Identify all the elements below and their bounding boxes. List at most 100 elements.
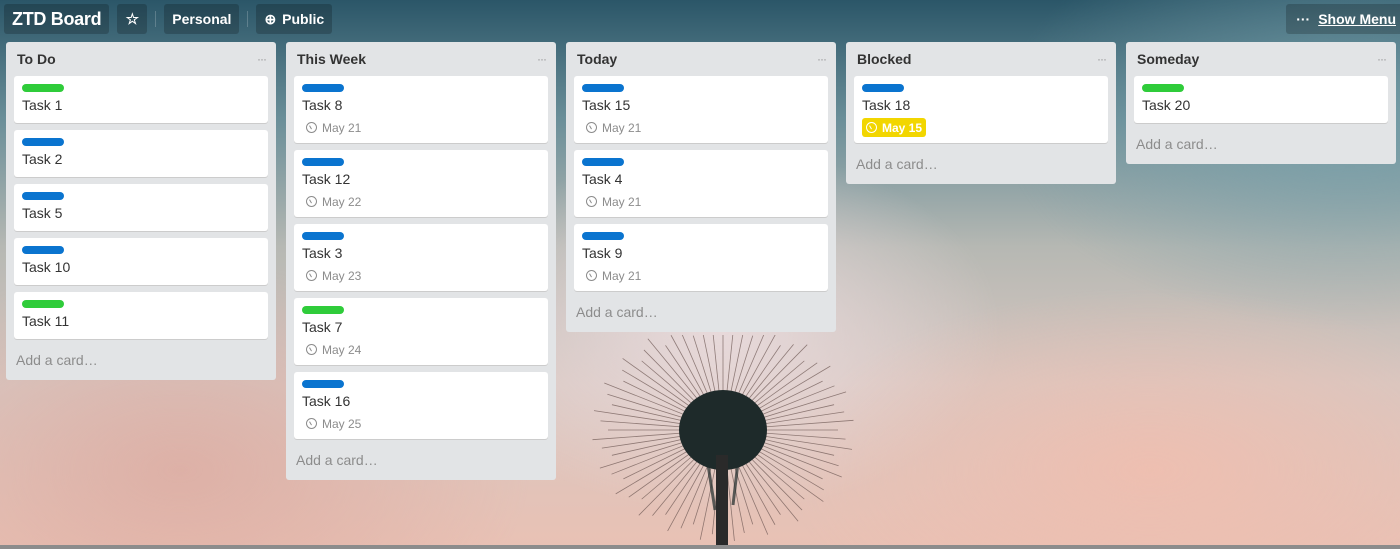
card-title: Task 8 [302, 97, 343, 113]
label-blue[interactable] [22, 246, 64, 254]
due-date-badge[interactable]: May 23 [302, 266, 365, 285]
card[interactable]: Task 9 May 21 [574, 224, 828, 291]
card-badges: May 21 [582, 118, 820, 137]
clock-icon [306, 344, 317, 355]
card-badges: May 25 [302, 414, 540, 433]
card-title: Task 4 [582, 171, 623, 187]
list-blocked: Blocked ··· Task 18 May 15 Add a card… [846, 42, 1116, 184]
label-blue[interactable] [22, 192, 64, 200]
board-lists: To Do ··· Task 1 Task 2 Task 5 Task 10 T… [6, 42, 1396, 480]
board-title[interactable]: ZTD Board [4, 4, 110, 34]
clock-icon [866, 122, 877, 133]
card[interactable]: Task 18 May 15 [854, 76, 1108, 143]
card-list: Task 20 [1134, 76, 1388, 123]
card[interactable]: Task 11 [14, 292, 268, 339]
card[interactable]: Task 7 May 24 [294, 298, 548, 365]
label-green[interactable] [22, 300, 64, 308]
clock-icon [306, 122, 317, 133]
ellipsis-icon: ··· [1296, 11, 1311, 27]
ellipsis-icon: ··· [1097, 52, 1107, 66]
label-blue[interactable] [302, 232, 344, 240]
add-card-button[interactable]: Add a card… [294, 446, 548, 474]
list-someday: Someday ··· Task 20 Add a card… [1126, 42, 1396, 164]
due-date-badge[interactable]: May 21 [582, 192, 645, 211]
card-title: Task 7 [302, 319, 343, 335]
list-header: Blocked ··· [854, 42, 1108, 76]
list-title[interactable]: To Do [17, 51, 56, 67]
list-menu-button[interactable]: ··· [817, 52, 827, 66]
clock-icon [306, 196, 317, 207]
due-date-badge[interactable]: May 21 [582, 266, 645, 285]
add-card-button[interactable]: Add a card… [574, 298, 828, 326]
due-date: May 25 [322, 416, 362, 431]
card-list: Task 8 May 21 Task 12 May 22 Task 3 May … [294, 76, 548, 439]
label-green[interactable] [22, 84, 64, 92]
card-title: Task 18 [862, 97, 911, 113]
due-date-badge[interactable]: May 15 [862, 118, 927, 137]
label-blue[interactable] [582, 158, 624, 166]
label-blue[interactable] [302, 84, 344, 92]
card[interactable]: Task 15 May 21 [574, 76, 828, 143]
label-blue[interactable] [582, 84, 624, 92]
list-title[interactable]: This Week [297, 51, 366, 67]
clock-icon [306, 418, 317, 429]
card[interactable]: Task 1 [14, 76, 268, 123]
card[interactable]: Task 10 [14, 238, 268, 285]
list-menu-button[interactable]: ··· [537, 52, 547, 66]
due-date-badge[interactable]: May 21 [302, 118, 365, 137]
card[interactable]: Task 4 May 21 [574, 150, 828, 217]
bottom-strip [0, 545, 1400, 549]
card[interactable]: Task 8 May 21 [294, 76, 548, 143]
clock-icon [586, 122, 597, 133]
card-title: Task 3 [302, 245, 343, 261]
card-badges: May 21 [582, 266, 820, 285]
card-title: Task 9 [582, 245, 623, 261]
team-button[interactable]: Personal [164, 4, 240, 34]
card[interactable]: Task 12 May 22 [294, 150, 548, 217]
label-blue[interactable] [302, 158, 344, 166]
list-header: Someday ··· [1134, 42, 1388, 76]
add-card-button[interactable]: Add a card… [14, 346, 268, 374]
list-menu-button[interactable]: ··· [257, 52, 267, 66]
due-date-badge[interactable]: May 24 [302, 340, 365, 359]
due-date-badge[interactable]: May 25 [302, 414, 365, 433]
clock-icon [586, 196, 597, 207]
list-menu-button[interactable]: ··· [1097, 52, 1107, 66]
label-green[interactable] [1142, 84, 1184, 92]
ellipsis-icon: ··· [257, 52, 267, 66]
show-menu-button[interactable]: ··· Show Menu [1286, 4, 1400, 34]
due-date-badge[interactable]: May 22 [302, 192, 365, 211]
label-green[interactable] [302, 306, 344, 314]
card[interactable]: Task 20 [1134, 76, 1388, 123]
star-button[interactable]: ☆ [117, 4, 148, 34]
header-divider [247, 11, 249, 27]
card-list: Task 15 May 21 Task 4 May 21 Task 9 May … [574, 76, 828, 291]
visibility-button[interactable]: ⊕ Public [256, 4, 333, 34]
due-date: May 24 [322, 342, 362, 357]
card-title: Task 12 [302, 171, 351, 187]
list-title[interactable]: Someday [1137, 51, 1199, 67]
add-card-button[interactable]: Add a card… [854, 150, 1108, 178]
list-to-do: To Do ··· Task 1 Task 2 Task 5 Task 10 T… [6, 42, 276, 380]
card-title: Task 20 [1142, 97, 1191, 113]
due-date: May 15 [882, 120, 923, 135]
due-date: May 21 [602, 120, 642, 135]
card[interactable]: Task 5 [14, 184, 268, 231]
card[interactable]: Task 2 [14, 130, 268, 177]
card[interactable]: Task 3 May 23 [294, 224, 548, 291]
label-blue[interactable] [22, 138, 64, 146]
globe-icon: ⊕ [264, 10, 277, 27]
add-card-button[interactable]: Add a card… [1134, 130, 1388, 158]
due-date-badge[interactable]: May 21 [582, 118, 645, 137]
list-title[interactable]: Today [577, 51, 617, 67]
label-blue[interactable] [582, 232, 624, 240]
header-divider [155, 11, 157, 27]
label-blue[interactable] [862, 84, 904, 92]
due-date: May 21 [602, 194, 642, 209]
list-menu-button[interactable]: ··· [1377, 52, 1387, 66]
clock-icon [306, 270, 317, 281]
card[interactable]: Task 16 May 25 [294, 372, 548, 439]
list-title[interactable]: Blocked [857, 51, 911, 67]
label-blue[interactable] [302, 380, 344, 388]
card-badges: May 15 [862, 118, 1100, 137]
